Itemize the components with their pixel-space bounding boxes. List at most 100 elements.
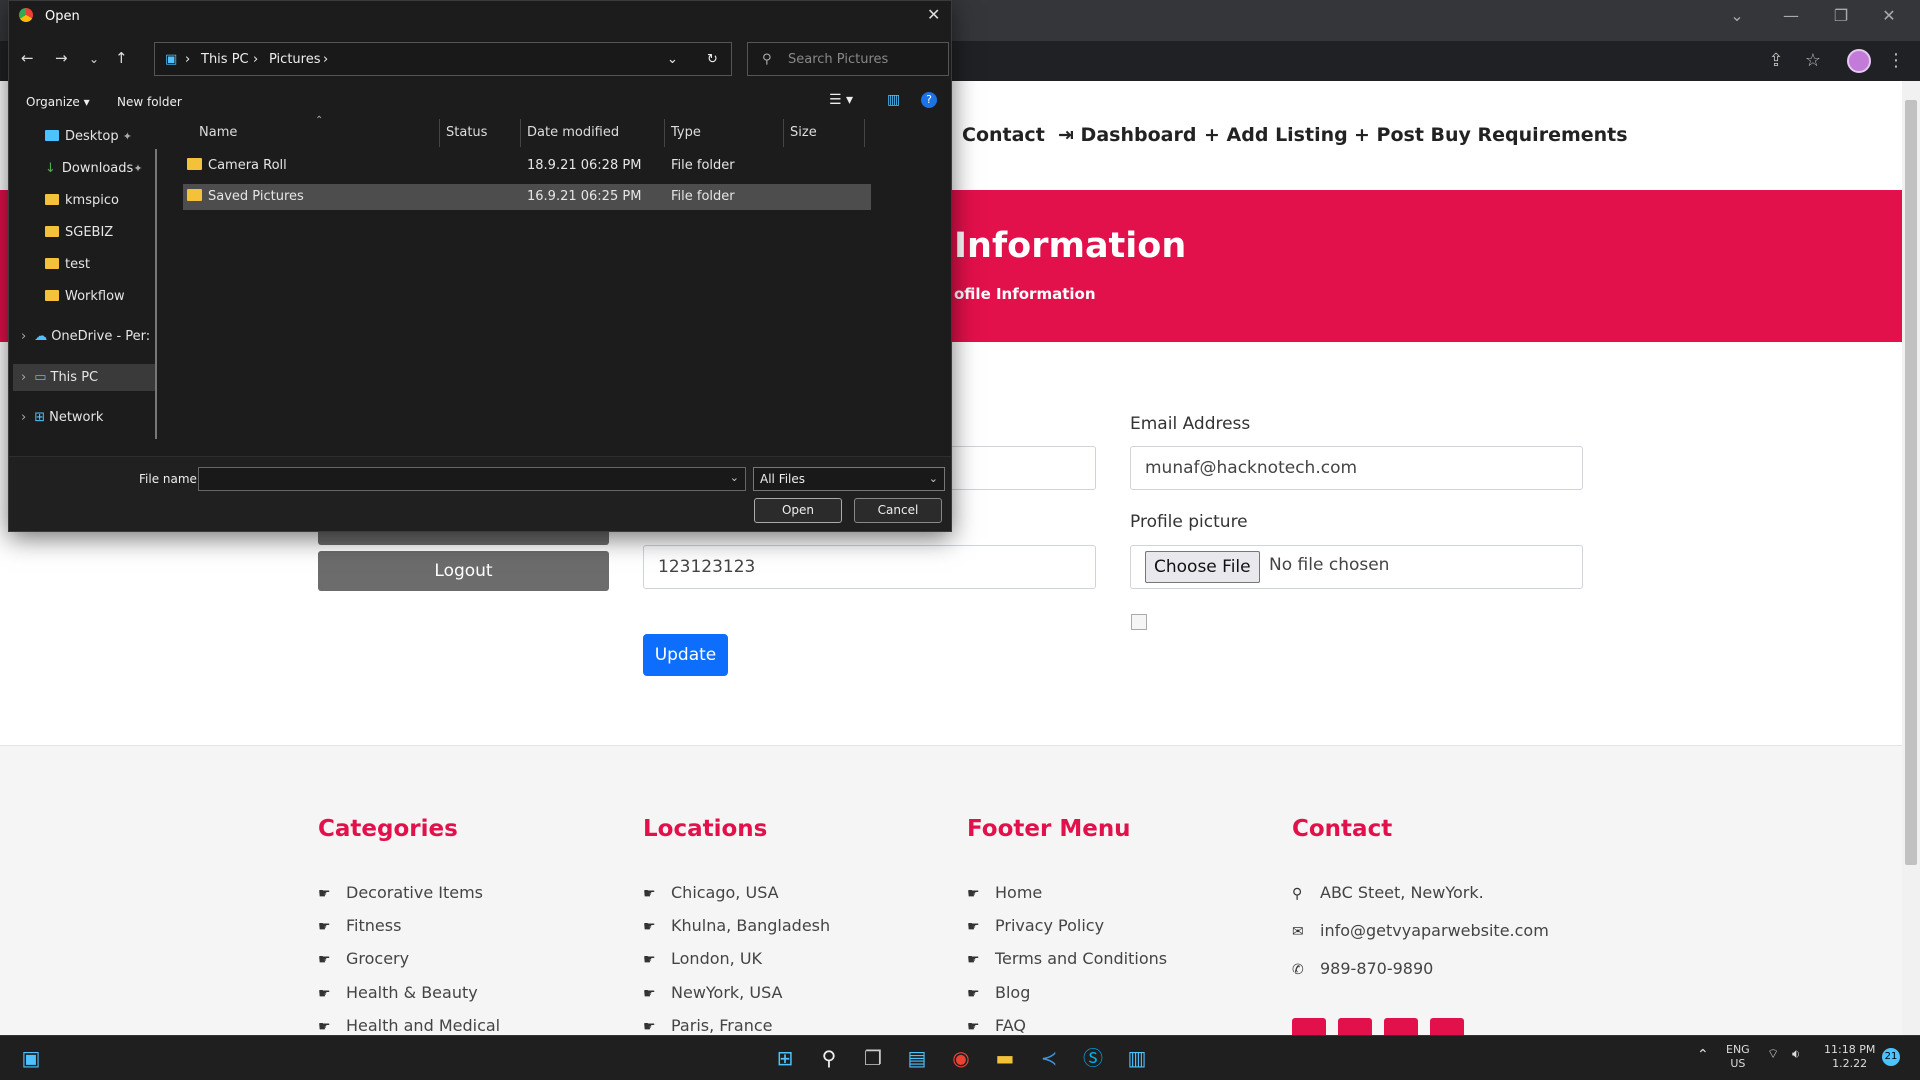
column-separator[interactable] [864,119,865,147]
preview-pane-icon[interactable]: ▥ [887,92,900,108]
choose-file-button[interactable]: Choose File [1145,551,1260,583]
vscode-icon[interactable]: ≺ [1036,1045,1062,1071]
nav-this-pc[interactable]: › ▭ This PC [21,370,98,385]
share-icon[interactable]: ⇪ [1764,50,1788,71]
breadcrumb: ofile Information [954,285,1096,303]
close-icon[interactable]: ✕ [927,5,940,24]
logout-button[interactable]: Logout [318,551,609,591]
cancel-button[interactable]: Cancel [854,498,942,523]
footer-link[interactable]: ☛ Privacy Policy [967,916,1104,935]
column-separator[interactable] [783,119,784,147]
clock[interactable]: 11:18 PM 1.2.22 [1824,1043,1875,1071]
profile-avatar[interactable] [1847,49,1871,73]
refresh-icon[interactable]: ↻ [707,52,718,67]
breadcrumb-pictures[interactable]: Pictures [269,52,320,67]
footer-link[interactable]: ☛ Blog [967,983,1030,1002]
file-row-name[interactable]: Saved Pictures [187,189,304,204]
nav-scrollbar[interactable] [155,149,157,439]
footer-link[interactable]: ☛ Grocery [318,949,409,968]
nav-folder[interactable]: SGEBIZ [45,225,113,240]
skype-icon[interactable]: Ⓢ [1080,1045,1106,1071]
column-date-modified[interactable]: Date modified [527,125,619,140]
footer-link[interactable]: ☛ London, UK [643,949,762,968]
search-box[interactable]: ⚲ Search Pictures [747,42,949,76]
file-type-select[interactable]: All Files ⌄ [753,467,945,491]
profile-picture-input[interactable]: Choose File No file chosen [1130,545,1583,589]
nav-folder[interactable]: kmspico [45,193,119,208]
address-bar[interactable]: ▣ › This PC › Pictures › ⌄ ↻ [154,42,732,76]
column-type[interactable]: Type [671,125,701,140]
column-separator[interactable] [664,119,665,147]
search-icon[interactable]: ⚲ [816,1045,842,1071]
minimize-button[interactable]: — [1768,0,1814,32]
network-icon: ⊞ [34,410,46,425]
footer-link[interactable]: ☛ Health & Beauty [318,983,478,1002]
wifi-icon[interactable]: ⌔ [1767,1048,1779,1062]
footer-link[interactable]: ☛ Terms and Conditions [967,949,1167,968]
help-icon[interactable]: ? [921,92,937,108]
update-button[interactable]: Update [643,634,728,676]
contact-phone[interactable]: ✆ 989-870-9890 [1292,959,1433,978]
bookmark-star-icon[interactable]: ☆ [1801,50,1825,71]
nav-dashboard[interactable]: ⇥ Dashboard [1058,124,1196,146]
chrome-icon[interactable]: ◉ [948,1045,974,1071]
view-options-icon[interactable]: ☰ ▾ [829,92,853,108]
chevron-down-icon[interactable]: ⌄ [730,471,739,484]
nav-add-listing[interactable]: + Add Listing [1204,124,1348,146]
column-size[interactable]: Size [790,125,817,140]
start-icon[interactable]: ⊞ [772,1045,798,1071]
browser-menu-icon[interactable]: ⋮ [1884,50,1908,71]
phone-input[interactable]: 123123123 [643,545,1096,589]
nav-onedrive[interactable]: › ☁ OneDrive - Per: [21,329,150,344]
footer-link[interactable]: ☛ Decorative Items [318,883,483,902]
address-dropdown-icon[interactable]: ⌄ [667,52,678,67]
email-input[interactable]: munaf@hacknotech.com [1130,446,1583,490]
widgets-icon[interactable]: ▣ [18,1045,44,1071]
forward-arrow-icon[interactable]: → [55,49,68,67]
chrome-icon [19,8,33,22]
column-status[interactable]: Status [446,125,487,140]
organize-menu[interactable]: Organize ▾ [26,95,90,109]
nav-contact[interactable]: Contact [962,124,1045,146]
footer-link[interactable]: ☛ Khulna, Bangladesh [643,916,830,935]
footer-link[interactable]: ☛ FAQ [967,1016,1026,1035]
file-explorer-icon[interactable]: ▬ [992,1045,1018,1071]
column-separator[interactable] [439,119,440,147]
file-row-name[interactable]: Camera Roll [187,158,287,173]
nav-folder[interactable]: Workflow [45,289,125,304]
show-hidden-icons[interactable]: ⌃ [1697,1048,1709,1062]
up-arrow-icon[interactable]: ↑ [115,49,128,67]
file-name-input[interactable]: ⌄ [198,467,746,491]
task-view-icon[interactable]: ❐ [860,1045,886,1071]
nav-folder[interactable]: test [45,257,90,272]
pointing-hand-icon: ☛ [643,1019,656,1035]
open-button[interactable]: Open [754,498,842,523]
breadcrumb-this-pc[interactable]: This PC [201,52,249,67]
recent-chevron-icon[interactable]: ⌄ [89,52,99,66]
volume-icon[interactable]: 🔉︎ [1792,1048,1800,1062]
nav-desktop[interactable]: Desktop ✦ [45,129,132,144]
language-indicator[interactable]: ENG US [1726,1043,1750,1071]
breadcrumb-sep: › [253,52,259,67]
footer-link[interactable]: ☛ Home [967,883,1042,902]
notepad-icon[interactable]: ▥ [1124,1045,1150,1071]
notification-badge[interactable]: 21 [1882,1048,1900,1066]
scrollbar-thumb[interactable] [1905,100,1917,865]
footer-link[interactable]: ☛ NewYork, USA [643,983,782,1002]
column-name[interactable]: Name [199,125,237,140]
nav-post-buy-requirements[interactable]: + Post Buy Requirements [1354,124,1628,146]
close-window-button[interactable]: ✕ [1866,0,1912,32]
contact-email[interactable]: ✉ info@getvyaparwebsite.com [1292,921,1549,940]
footer-link[interactable]: ☛ Health and Medical [318,1016,500,1035]
footer-link[interactable]: ☛ Paris, France [643,1016,772,1035]
nav-downloads[interactable]: ↓ Downloads✦ [45,161,143,176]
nav-network[interactable]: › ⊞ Network [21,410,103,425]
footer-link[interactable]: ☛ Fitness [318,916,401,935]
column-separator[interactable] [520,119,521,147]
tab-search-icon[interactable]: ⌄ [1714,0,1760,32]
store-icon[interactable]: ▤ [904,1045,930,1071]
maximize-button[interactable]: ❐ [1818,0,1864,32]
new-folder-button[interactable]: New folder [117,95,182,109]
back-arrow-icon[interactable]: ← [21,49,34,67]
footer-link[interactable]: ☛ Chicago, USA [643,883,779,902]
